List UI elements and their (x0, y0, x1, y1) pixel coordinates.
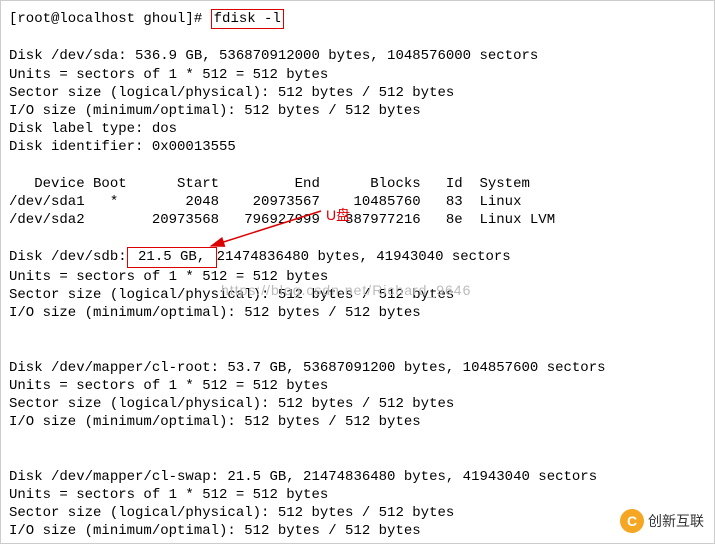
terminal-output: [root@localhost ghoul]# fdisk -l Disk /d… (9, 9, 706, 540)
prompt: [root@localhost ghoul]# (9, 11, 211, 27)
logo-text: 创新互联 (648, 512, 704, 530)
disk-sdb-prefix: Disk /dev/sdb: (9, 249, 127, 265)
disk-clroot-header: Disk /dev/mapper/cl-root: 53.7 GB, 53687… (9, 360, 606, 376)
disk-clroot-io: I/O size (minimum/optimal): 512 bytes / … (9, 414, 421, 430)
partition-header: Device Boot Start End Blocks Id System (9, 176, 530, 192)
disk-clroot-sector: Sector size (logical/physical): 512 byte… (9, 396, 454, 412)
disk-sdb-size-highlighted: 21.5 GB, (127, 247, 217, 267)
disk-clswap-io: I/O size (minimum/optimal): 512 bytes / … (9, 523, 421, 539)
disk-clswap-header: Disk /dev/mapper/cl-swap: 21.5 GB, 21474… (9, 469, 597, 485)
disk-sda-label: Disk label type: dos (9, 121, 177, 137)
partition-sda2: /dev/sda2 20973568 796927999 387977216 8… (9, 212, 555, 228)
disk-sda-units: Units = sectors of 1 * 512 = 512 bytes (9, 67, 328, 83)
brand-logo: C 创新互联 (620, 509, 704, 533)
disk-clswap-sector: Sector size (logical/physical): 512 byte… (9, 505, 454, 521)
disk-sdb-io: I/O size (minimum/optimal): 512 bytes / … (9, 305, 421, 321)
partition-sda1: /dev/sda1 * 2048 20973567 10485760 83 Li… (9, 194, 521, 210)
watermark: https://blog.csdn.net/Richard_9646 (221, 281, 471, 299)
disk-clswap-units: Units = sectors of 1 * 512 = 512 bytes (9, 487, 328, 503)
usb-label: U盘 (326, 206, 350, 224)
disk-sdb-suffix: 21474836480 bytes, 41943040 sectors (217, 249, 511, 265)
logo-icon: C (620, 509, 644, 533)
disk-sda-id: Disk identifier: 0x00013555 (9, 139, 236, 155)
disk-clroot-units: Units = sectors of 1 * 512 = 512 bytes (9, 378, 328, 394)
disk-sda-io: I/O size (minimum/optimal): 512 bytes / … (9, 103, 421, 119)
disk-sda-header: Disk /dev/sda: 536.9 GB, 536870912000 by… (9, 48, 538, 64)
command-highlighted: fdisk -l (211, 9, 284, 29)
disk-sda-sector: Sector size (logical/physical): 512 byte… (9, 85, 454, 101)
